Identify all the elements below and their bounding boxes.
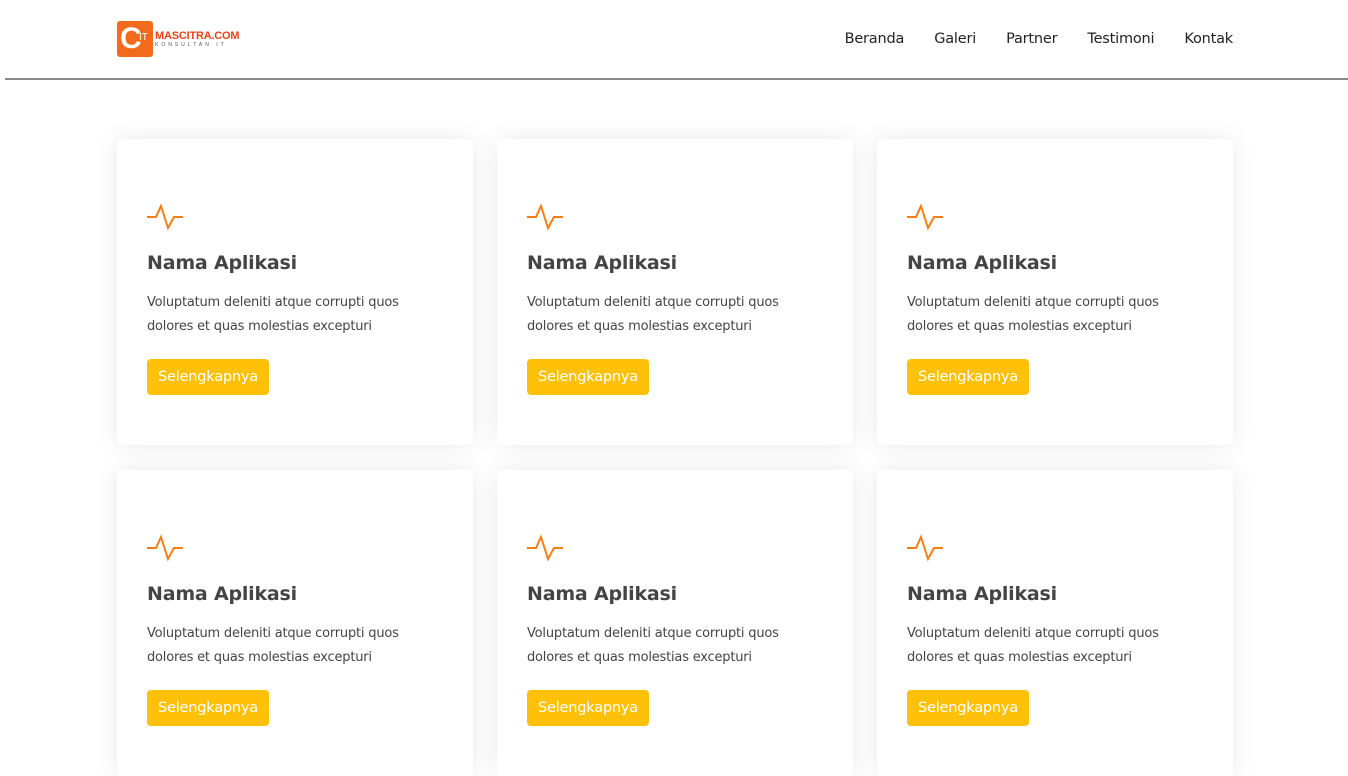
card-title: Nama Aplikasi: [147, 583, 297, 605]
main-nav: Beranda Galeri Partner Testimoni Kontak: [845, 28, 1234, 50]
logo-mark: C IT: [117, 21, 153, 57]
logo-tagline: KONSULTAN IT: [155, 41, 227, 48]
card-title: Nama Aplikasi: [907, 252, 1057, 274]
activity-pulse-icon: [907, 203, 943, 231]
card-description: Voluptatum deleniti atque corrupti quos …: [147, 295, 399, 334]
activity-pulse-icon: [527, 203, 563, 231]
nav-link-beranda[interactable]: Beranda: [845, 28, 905, 50]
app-cards-grid: Nama Aplikasi Voluptatum deleniti atque …: [117, 139, 1233, 776]
app-card: Nama Aplikasi Voluptatum deleniti atque …: [117, 139, 473, 445]
card-title: Nama Aplikasi: [527, 583, 677, 605]
app-card: Nama Aplikasi Voluptatum deleniti atque …: [117, 470, 473, 776]
nav-link-partner[interactable]: Partner: [1006, 28, 1058, 50]
card-description: Voluptatum deleniti atque corrupti quos …: [907, 295, 1159, 334]
activity-pulse-icon: [147, 534, 183, 562]
header-divider: [5, 78, 1348, 80]
card-title: Nama Aplikasi: [527, 252, 677, 274]
read-more-button[interactable]: Selengkapnya: [527, 690, 649, 726]
site-header: C IT MASCITRA.COM KONSULTAN IT Beranda G…: [0, 0, 1348, 79]
app-card: Nama Aplikasi Voluptatum deleniti atque …: [497, 470, 853, 776]
app-card: Nama Aplikasi Voluptatum deleniti atque …: [877, 139, 1233, 445]
read-more-button[interactable]: Selengkapnya: [907, 690, 1029, 726]
app-card: Nama Aplikasi Voluptatum deleniti atque …: [497, 139, 853, 445]
read-more-button[interactable]: Selengkapnya: [147, 690, 269, 726]
card-description: Voluptatum deleniti atque corrupti quos …: [147, 626, 399, 665]
nav-link-testimoni[interactable]: Testimoni: [1087, 28, 1154, 50]
nav-link-galeri[interactable]: Galeri: [934, 28, 976, 50]
card-title: Nama Aplikasi: [907, 583, 1057, 605]
app-card: Nama Aplikasi Voluptatum deleniti atque …: [877, 470, 1233, 776]
activity-pulse-icon: [527, 534, 563, 562]
read-more-button[interactable]: Selengkapnya: [147, 359, 269, 395]
card-description: Voluptatum deleniti atque corrupti quos …: [907, 626, 1159, 665]
card-description: Voluptatum deleniti atque corrupti quos …: [527, 626, 779, 665]
site-logo[interactable]: C IT MASCITRA.COM KONSULTAN IT: [117, 21, 240, 57]
activity-pulse-icon: [147, 203, 183, 231]
nav-link-kontak[interactable]: Kontak: [1184, 28, 1233, 50]
activity-pulse-icon: [907, 534, 943, 562]
logo-name: MASCITRA.COM: [155, 29, 240, 42]
read-more-button[interactable]: Selengkapnya: [907, 359, 1029, 395]
logo-mark-sub: IT: [139, 32, 148, 43]
read-more-button[interactable]: Selengkapnya: [527, 359, 649, 395]
logo-text: MASCITRA.COM KONSULTAN IT: [155, 29, 240, 48]
card-title: Nama Aplikasi: [147, 252, 297, 274]
card-description: Voluptatum deleniti atque corrupti quos …: [527, 295, 779, 334]
